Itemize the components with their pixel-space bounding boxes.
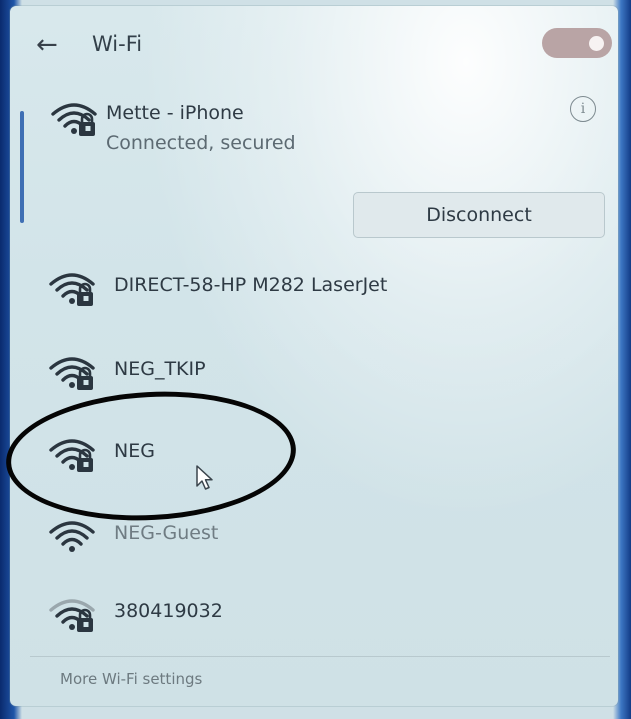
wifi-secured-icon (49, 599, 95, 632)
wifi-toggle[interactable] (542, 28, 612, 58)
mouse-pointer-icon (196, 465, 213, 490)
flyout-title: Wi-Fi (92, 32, 143, 56)
network-name: DIRECT-58-HP M282 LaserJet (114, 274, 388, 296)
connected-network-status: Connected, secured (106, 132, 296, 154)
more-wifi-settings-link[interactable]: More Wi-Fi settings (60, 670, 202, 688)
back-arrow-icon[interactable]: ← (36, 32, 66, 58)
network-item[interactable]: DIRECT-58-HP M282 LaserJet (10, 248, 618, 326)
flyout-header: ← Wi-Fi (10, 26, 618, 66)
connected-network-name: Mette - iPhone (106, 102, 244, 124)
scroll-indicator[interactable] (20, 111, 24, 223)
wifi-flyout-panel: ← Wi-Fi Mette - iPhone Connected, secure… (10, 6, 618, 706)
toggle-knob (589, 36, 604, 51)
wifi-secured-icon (49, 273, 95, 306)
network-name: NEG-Guest (114, 522, 219, 544)
footer-divider (30, 656, 610, 657)
wifi-open-icon (49, 521, 95, 552)
info-icon[interactable]: i (570, 96, 596, 122)
network-name: 380419032 (114, 600, 223, 622)
network-name: NEG_TKIP (114, 358, 206, 380)
network-item[interactable]: 380419032 (10, 574, 618, 652)
disconnect-button[interactable]: Disconnect (353, 192, 605, 238)
wifi-secured-icon (49, 357, 95, 390)
wifi-secured-icon (51, 103, 97, 136)
